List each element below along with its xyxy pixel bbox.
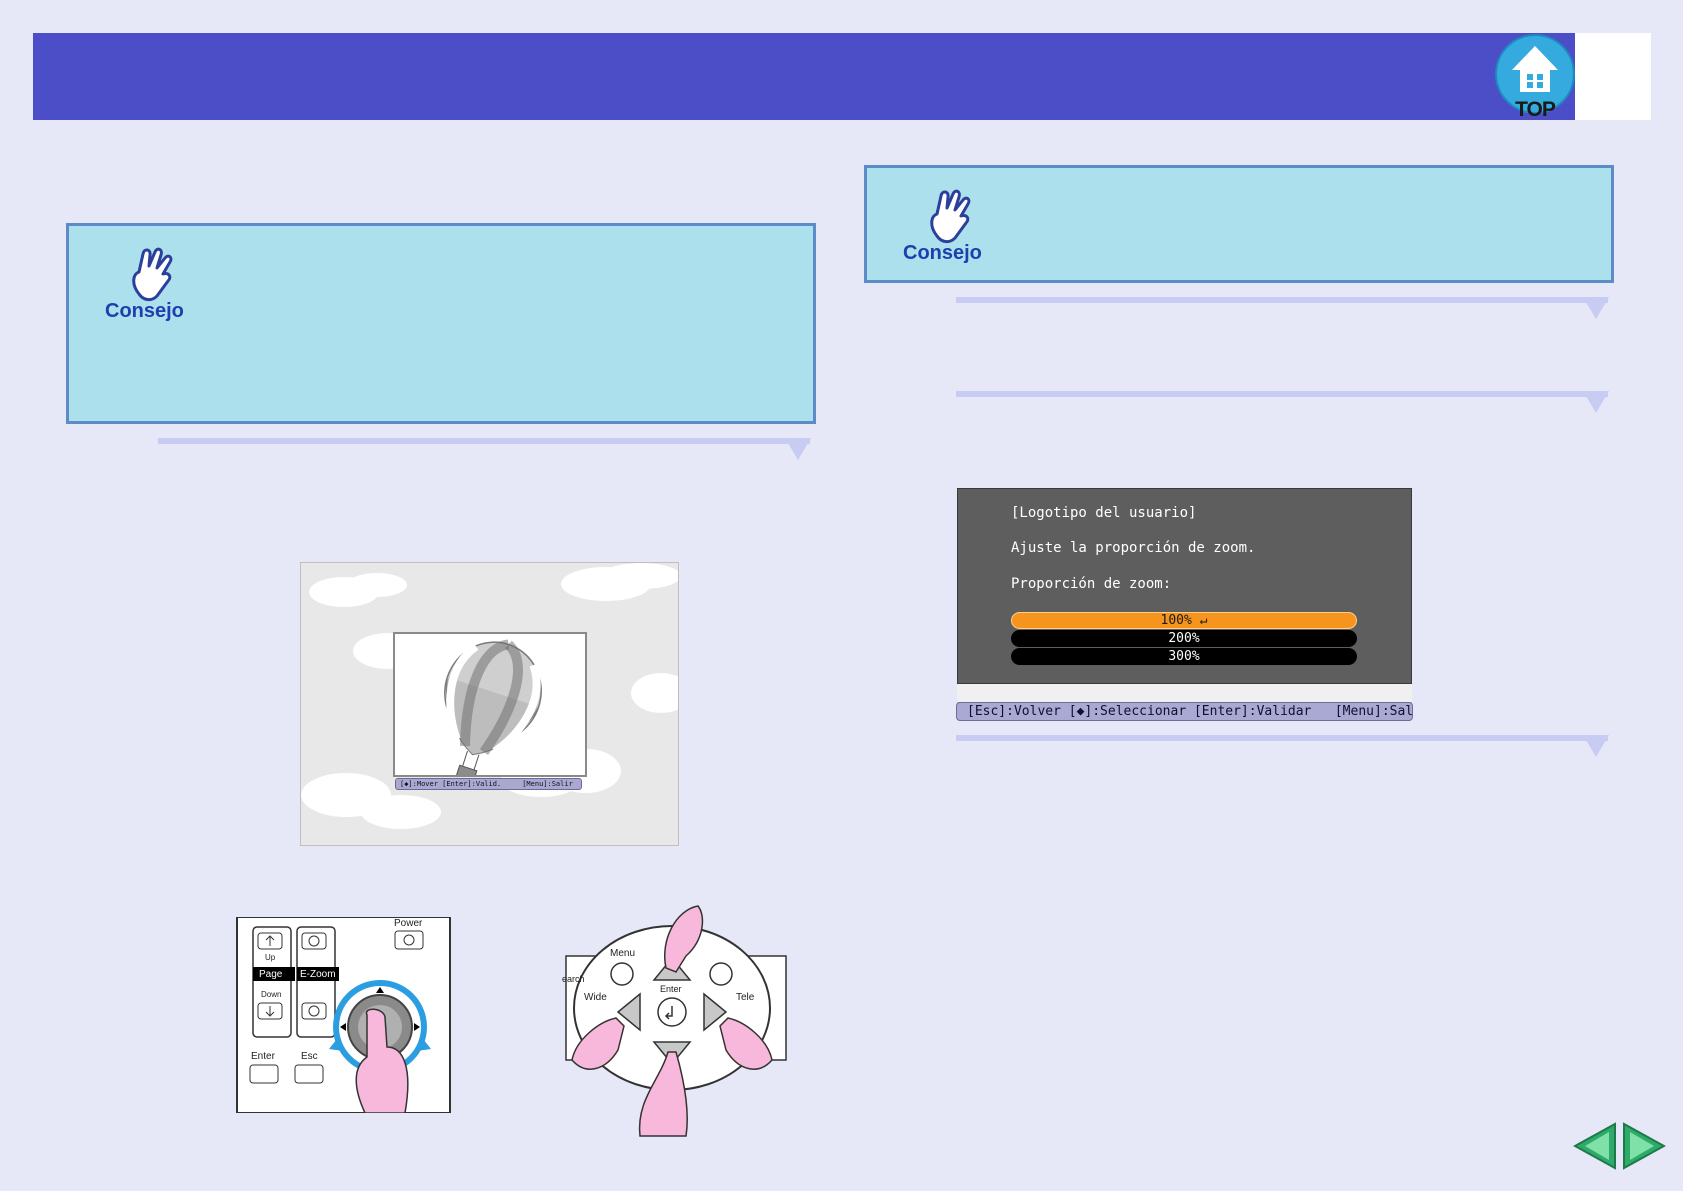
- enter-return-icon: ↵: [1199, 613, 1208, 628]
- enter-label: Enter: [251, 1051, 275, 1062]
- step-rule: [956, 735, 1608, 741]
- step-rule-marker: [1583, 391, 1609, 413]
- next-page-arrow-icon[interactable]: [1622, 1122, 1666, 1170]
- search-label: earch: [562, 974, 585, 984]
- tele-label: Tele: [736, 992, 755, 1003]
- step-rule: [956, 297, 1608, 303]
- header-tab: [1575, 33, 1651, 120]
- step-rule: [158, 438, 810, 444]
- esc-label: Esc: [301, 1051, 318, 1062]
- page-up-label: Up: [265, 953, 276, 962]
- page-down-label: Down: [261, 990, 282, 999]
- osd-instruction: Ajuste la proporción de zoom.: [1011, 540, 1256, 556]
- page-label: Page: [259, 969, 283, 980]
- osd-title: [Logotipo del usuario]: [1011, 505, 1197, 521]
- control-panel-illustration: Menu Enter Wide Tele earch: [556, 900, 796, 1140]
- wide-label: Wide: [584, 992, 607, 1003]
- ezoom-label: E-Zoom: [300, 969, 336, 980]
- step-rule-marker: [1583, 297, 1609, 319]
- osd-help-bar: [Esc]:Volver [◆]:Seleccionar [Enter]:Val…: [956, 702, 1413, 721]
- remote-control-illustration: Up Page E-Zoom Down Power Enter Esc: [235, 916, 452, 1114]
- menu-label: Menu: [610, 948, 636, 959]
- zoom-option-200[interactable]: 200%: [1011, 630, 1357, 647]
- zoom-option-300[interactable]: 300%: [1011, 648, 1357, 665]
- projected-help-bar: [◆]:Mover [Enter]:Valid. [Menu]:Salir: [395, 778, 582, 790]
- hot-air-balloon-image: [444, 639, 542, 783]
- zoom-frame: [393, 632, 587, 783]
- osd-field-label: Proporción de zoom:: [1011, 576, 1172, 592]
- top-button[interactable]: TOP: [1494, 34, 1576, 121]
- power-label: Power: [394, 918, 423, 929]
- enter-label: Enter: [660, 984, 682, 994]
- tip-box-right: Consejo: [864, 165, 1614, 283]
- step-rule-marker: [1583, 735, 1609, 757]
- header-bar: [33, 33, 1575, 120]
- top-label: TOP: [1515, 98, 1556, 121]
- previous-page-arrow-icon[interactable]: [1573, 1122, 1617, 1170]
- tip-box-left: Consejo: [66, 223, 816, 424]
- zoom-option-100[interactable]: 100% ↵: [1011, 612, 1357, 629]
- tip-label: Consejo: [903, 242, 982, 264]
- step-rule: [956, 391, 1608, 397]
- step-rule-marker: [785, 438, 811, 460]
- tip-label: Consejo: [105, 300, 184, 322]
- osd-dialog-footer: [957, 684, 1412, 703]
